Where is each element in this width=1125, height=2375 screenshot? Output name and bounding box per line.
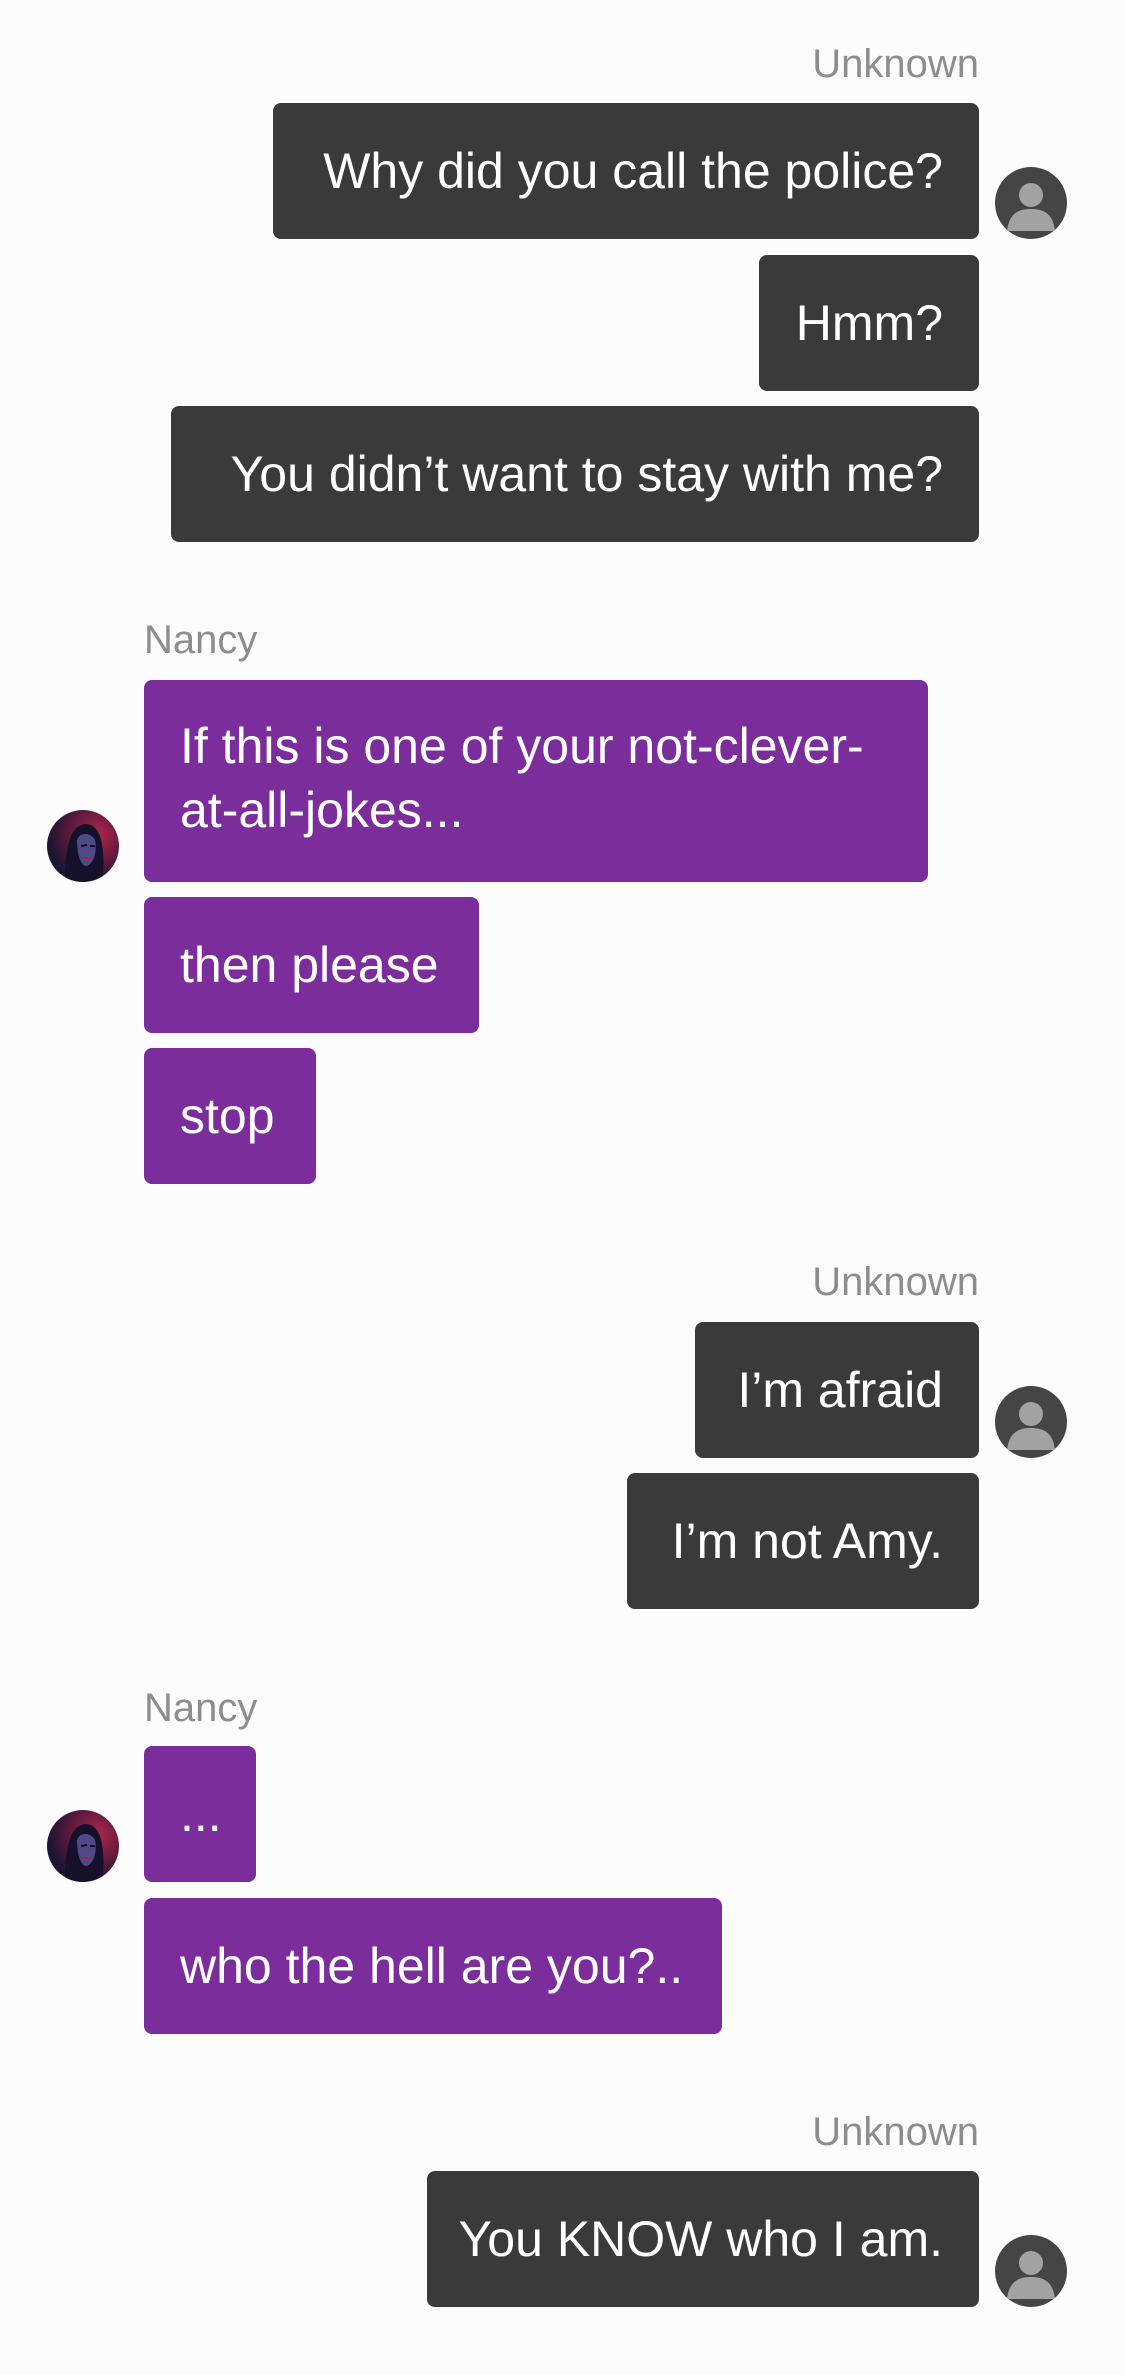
message-text: Why did you call the police?: [323, 143, 943, 199]
nancy-avatar-icon[interactable]: [47, 1810, 119, 1882]
sender-name-unknown: Unknown: [812, 42, 979, 86]
message-text: Hmm?: [795, 295, 943, 351]
message-text: I’m afraid: [737, 1362, 943, 1418]
message-bubble[interactable]: You KNOW who I am.: [427, 2171, 979, 2307]
nancy-avatar-icon[interactable]: [47, 810, 119, 882]
sender-name-unknown: Unknown: [812, 1260, 979, 1304]
message-bubble[interactable]: You didn’t want to stay with me?: [171, 406, 979, 542]
unknown-avatar-icon[interactable]: [995, 2235, 1067, 2307]
message-bubble[interactable]: then please: [144, 897, 479, 1033]
message-text: then please: [180, 937, 439, 993]
message-bubble[interactable]: Why did you call the police?: [273, 103, 979, 239]
message-text: If this is one of your not-clever-at-all…: [180, 718, 864, 838]
message-text: who the hell are you?..: [180, 1938, 684, 1994]
message-text: I’m not Amy.: [671, 1513, 943, 1569]
message-text: You KNOW who I am.: [458, 2211, 943, 2267]
message-bubble[interactable]: ...: [144, 1746, 256, 1882]
sender-name-nancy: Nancy: [144, 618, 258, 662]
message-text: stop: [180, 1088, 275, 1144]
message-bubble[interactable]: If this is one of your not-clever-at-all…: [144, 680, 928, 882]
message-bubble[interactable]: stop: [144, 1048, 316, 1184]
message-bubble[interactable]: I’m afraid: [695, 1322, 979, 1458]
message-bubble[interactable]: who the hell are you?..: [144, 1898, 722, 2034]
unknown-avatar-icon[interactable]: [995, 1386, 1067, 1458]
message-bubble[interactable]: Hmm?: [759, 255, 979, 391]
sender-name-nancy: Nancy: [144, 1686, 258, 1730]
message-bubble[interactable]: I’m not Amy.: [627, 1473, 979, 1609]
sender-name-unknown: Unknown: [812, 2110, 979, 2154]
message-text: ...: [180, 1786, 222, 1842]
unknown-avatar-icon[interactable]: [995, 167, 1067, 239]
message-text: You didn’t want to stay with me?: [230, 446, 943, 502]
